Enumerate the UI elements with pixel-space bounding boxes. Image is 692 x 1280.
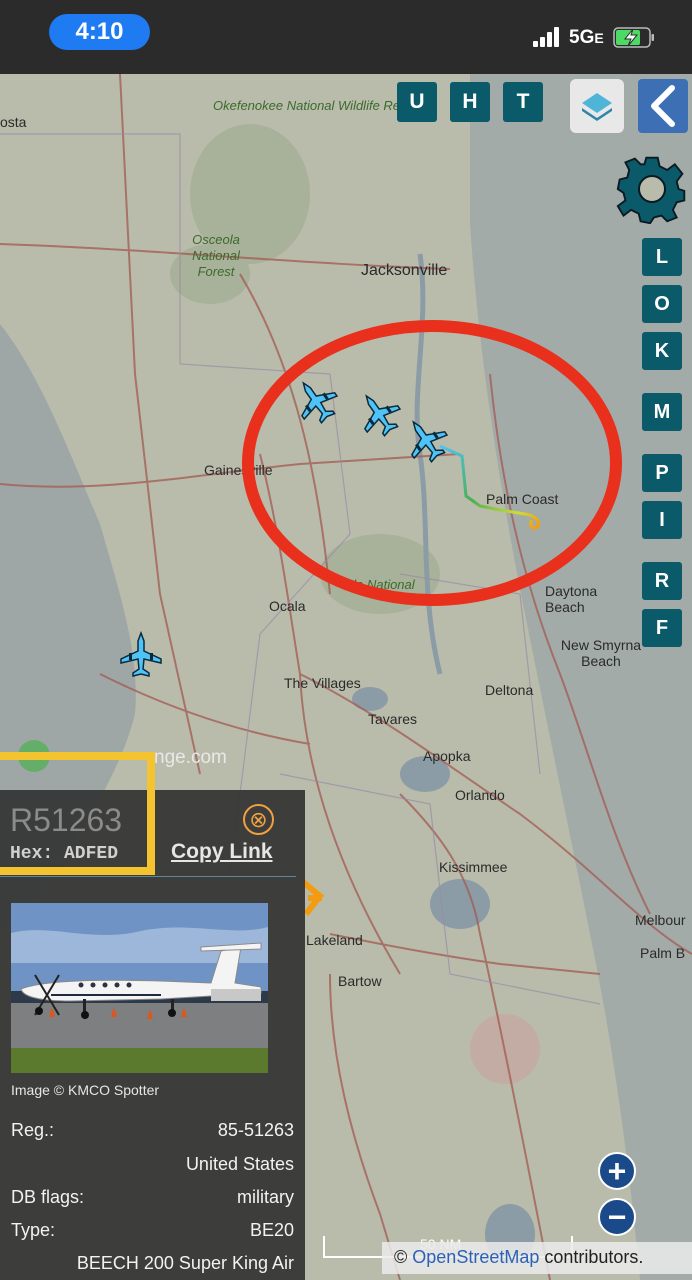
info-value: military (237, 1187, 294, 1207)
layers-button[interactable] (570, 79, 624, 133)
aircraft-marker-selected (301, 879, 325, 916)
info-key: Reg.: (11, 1120, 55, 1140)
map-attribution: © OpenStreetMap contributors. (382, 1242, 692, 1274)
button-i[interactable]: I (642, 501, 682, 539)
info-value: 85-51263 (217, 1120, 294, 1140)
info-value: BEECH 200 Super King Air (76, 1253, 294, 1273)
button-o[interactable]: O (642, 285, 682, 323)
button-p[interactable]: P (642, 454, 682, 492)
button-f[interactable]: F (642, 609, 682, 647)
minus-icon[interactable]: − (598, 1198, 636, 1236)
clock: 4:10 (49, 14, 150, 50)
image-credit: Image © KMCO Spotter (11, 1082, 160, 1098)
aircraft-photo[interactable] (11, 903, 268, 1073)
chevron-left-icon (651, 85, 675, 127)
attribution-suffix: contributors. (539, 1247, 644, 1267)
info-value: United States (185, 1154, 294, 1174)
copy-link-button[interactable]: Copy Link (171, 840, 273, 864)
annotation-circle (242, 320, 622, 606)
button-k[interactable]: K (642, 332, 682, 370)
signal-icon (533, 27, 565, 47)
info-key: DB flags: (11, 1187, 85, 1207)
back-button[interactable] (638, 79, 688, 133)
button-m[interactable]: M (642, 393, 682, 431)
button-u[interactable]: U (397, 82, 437, 122)
button-h[interactable]: H (450, 82, 490, 122)
aircraft-marker-1 (286, 370, 346, 431)
flight-trail (439, 444, 540, 530)
aircraft-marker-3 (396, 409, 456, 470)
attribution-prefix: © (394, 1247, 408, 1267)
button-r[interactable]: R (642, 562, 682, 600)
plus-icon[interactable]: + (598, 1152, 636, 1190)
battery-charging-icon (613, 27, 654, 48)
aircraft-marker-4 (120, 632, 162, 677)
highlight-box (0, 752, 155, 875)
close-icon[interactable]: ⊗ (243, 804, 274, 835)
gear-icon[interactable] (616, 154, 688, 224)
network-indicator: 5GE (569, 27, 604, 48)
openstreetmap-link[interactable]: OpenStreetMap (412, 1247, 539, 1267)
info-value: BE20 (249, 1220, 294, 1240)
layers-icon (582, 93, 612, 121)
button-t[interactable]: T (503, 82, 543, 122)
panel-divider (0, 876, 296, 877)
info-key: Type: (11, 1220, 56, 1240)
button-l[interactable]: L (642, 238, 682, 276)
status-bar: 4:10 5GE (0, 0, 692, 74)
aircraft-marker-2 (349, 383, 409, 444)
